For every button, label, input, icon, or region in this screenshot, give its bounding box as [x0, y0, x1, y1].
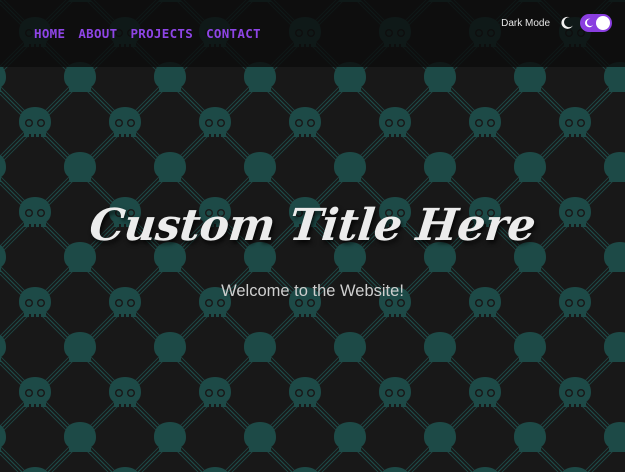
navbar: HOME ABOUT PROJECTS CONTACT Dark Mode	[0, 0, 625, 67]
dark-mode-control: Dark Mode	[501, 13, 612, 33]
toggle-moon-icon	[585, 18, 594, 28]
nav-link-projects[interactable]: PROJECTS	[130, 26, 193, 41]
nav-link-contact[interactable]: CONTACT	[206, 26, 261, 41]
hero-subtitle: Welcome to the Website!	[221, 282, 404, 300]
nav-link-about[interactable]: ABOUT	[78, 26, 117, 41]
nav-link-home[interactable]: HOME	[34, 26, 65, 41]
hero-title: Custom Title Here	[87, 200, 538, 251]
dark-mode-label: Dark Mode	[501, 17, 550, 29]
page: HOME ABOUT PROJECTS CONTACT Dark Mode Cu…	[0, 0, 625, 472]
toggle-knob	[596, 16, 610, 30]
nav-links: HOME ABOUT PROJECTS CONTACT	[34, 26, 274, 41]
dark-mode-toggle[interactable]	[580, 14, 612, 32]
moon-icon	[561, 16, 573, 29]
